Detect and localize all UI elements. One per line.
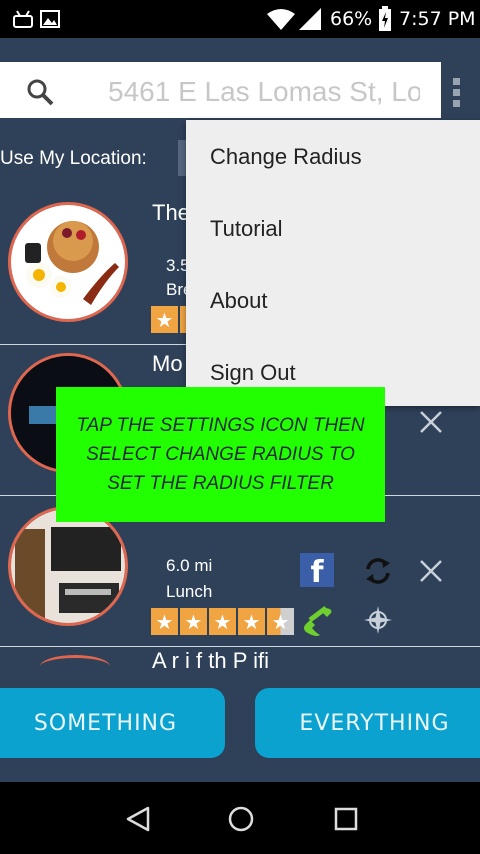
- overflow-menu: Change Radius Tutorial About Sign Out: [186, 120, 480, 406]
- list-item[interactable]: A r i f th P ifi: [0, 647, 480, 687]
- restaurant-name: The: [152, 200, 190, 225]
- facebook-icon[interactable]: f: [300, 553, 334, 590]
- phone-icon[interactable]: [300, 602, 336, 638]
- category: Lunch: [166, 582, 213, 601]
- status-bar: 66% 7:57 PM: [0, 0, 480, 38]
- refresh-icon[interactable]: [362, 555, 394, 587]
- restaurant-name: Mo: [152, 351, 183, 376]
- back-icon[interactable]: [126, 806, 150, 832]
- menu-item-change-radius[interactable]: Change Radius: [210, 144, 362, 170]
- system-nav-bar: [0, 782, 480, 854]
- menu-item-sign-out[interactable]: Sign Out: [210, 360, 296, 386]
- overflow-menu-icon[interactable]: [446, 74, 468, 112]
- star-icon: ★: [151, 608, 178, 635]
- search-input[interactable]: [108, 74, 420, 110]
- battery-percent: 66%: [330, 8, 373, 30]
- star-icon: ★: [180, 608, 207, 635]
- half-star-icon: ★: [267, 608, 294, 635]
- dismiss-icon[interactable]: [418, 409, 444, 435]
- distance: 6.0 mi: [166, 556, 213, 575]
- dismiss-icon[interactable]: [418, 558, 444, 584]
- something-button[interactable]: SOMETHING: [0, 688, 225, 758]
- home-icon[interactable]: [228, 806, 254, 832]
- star-icon: ★: [209, 608, 236, 635]
- clock: 7:57 PM: [399, 8, 476, 30]
- menu-item-tutorial[interactable]: Tutorial: [210, 216, 283, 242]
- star-icon: ★: [238, 608, 265, 635]
- restaurant-name: A r i f th P ifi: [152, 648, 269, 673]
- everything-button[interactable]: EVERYTHING: [255, 688, 480, 758]
- star-icon: ★: [151, 306, 178, 333]
- restaurant-photo: [40, 655, 110, 678]
- wifi-icon: [267, 9, 295, 30]
- directions-icon[interactable]: [364, 606, 392, 634]
- menu-item-about[interactable]: About: [210, 288, 268, 314]
- tutorial-tip-text: TAP THE SETTINGS ICON THEN SELECT CHANGE…: [76, 415, 365, 494]
- image-notification-icon: [40, 10, 60, 28]
- restaurant-photo: [8, 506, 128, 626]
- tutorial-tip: TAP THE SETTINGS ICON THEN SELECT CHANGE…: [56, 387, 385, 522]
- use-my-location-label: Use My Location:: [0, 148, 147, 169]
- battery-charging-icon: [379, 6, 391, 31]
- cell-signal-icon: [299, 8, 321, 30]
- rating-stars: ★ ★ ★ ★ ★: [151, 608, 294, 635]
- android-debug-icon: [13, 10, 33, 28]
- recents-icon[interactable]: [334, 807, 358, 831]
- search-icon[interactable]: [26, 78, 54, 106]
- restaurant-photo: [8, 202, 128, 322]
